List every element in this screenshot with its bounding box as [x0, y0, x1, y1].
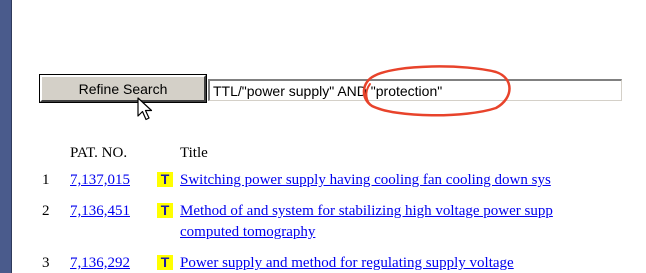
column-header-title: Title	[180, 145, 208, 161]
patent-title-link[interactable]: Switching power supply having cooling fa…	[180, 171, 551, 189]
column-header-pat-no: PAT. NO.	[70, 145, 128, 161]
full-text-icon[interactable]: T	[157, 255, 173, 270]
refine-search-button[interactable]: Refine Search	[39, 74, 207, 103]
row-number: 2	[42, 203, 50, 219]
patent-title-link[interactable]: Method of and system for stabilizing hig…	[180, 202, 553, 220]
full-text-icon[interactable]: T	[157, 203, 173, 218]
left-frame-bar	[0, 0, 12, 273]
mouse-pointer-icon	[137, 97, 153, 121]
row-number: 3	[42, 255, 50, 271]
patent-number-link[interactable]: 7,136,292	[70, 254, 130, 272]
patent-number-link[interactable]: 7,137,015	[70, 171, 130, 189]
row-number: 1	[42, 172, 50, 188]
patent-title-link[interactable]: Power supply and method for regulating s…	[180, 254, 514, 272]
full-text-icon[interactable]: T	[157, 172, 173, 187]
patent-title-link-continued[interactable]: computed tomography	[180, 223, 315, 241]
search-query-input[interactable]	[208, 79, 622, 101]
patent-number-link[interactable]: 7,136,451	[70, 202, 130, 220]
